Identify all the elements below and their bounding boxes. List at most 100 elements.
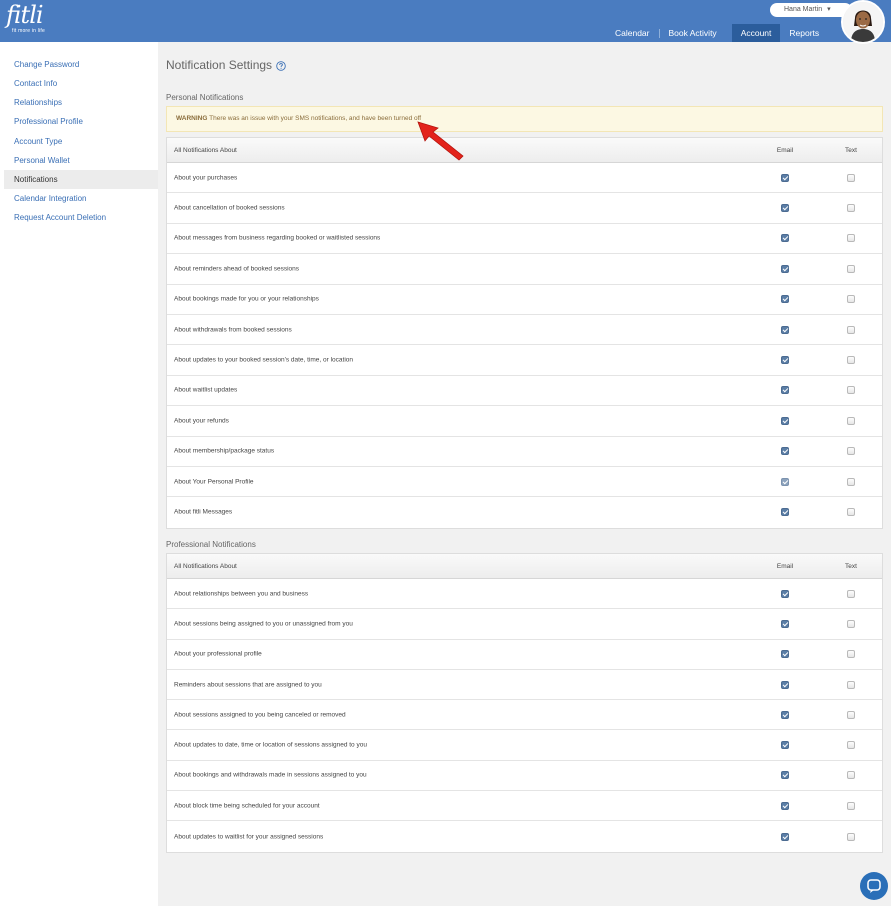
email-checkbox[interactable] — [781, 801, 789, 810]
email-checkbox[interactable] — [781, 295, 789, 304]
email-checkbox[interactable] — [781, 680, 789, 689]
page-title: Notification Settings — [166, 58, 286, 72]
text-checkbox[interactable] — [847, 447, 855, 456]
notification-label-about-messages-from-business-regarding-booked-or: About messages from business regarding b… — [174, 234, 381, 242]
text-checkbox[interactable] — [847, 801, 855, 810]
nav-reports[interactable]: Reports — [780, 24, 828, 42]
email-checkbox[interactable] — [781, 264, 789, 273]
page-title-text: Notification Settings — [166, 58, 273, 72]
text-checkbox[interactable] — [847, 771, 855, 780]
fitli-logo[interactable]: fitli — [6, 2, 44, 28]
table-header: All Notifications About Email Text — [167, 138, 882, 163]
personal-notifications-title: Personal Notifications — [166, 93, 244, 102]
top-header: fitli fit more in life Hana Martin ▾ Cal… — [0, 0, 891, 44]
main-content: Notification Settings Personal Notificat… — [158, 42, 891, 906]
email-checkbox[interactable] — [781, 741, 789, 750]
sidebar-item-change-password[interactable]: Change Password — [4, 55, 158, 74]
text-checkbox[interactable] — [847, 680, 855, 689]
table-header: All Notifications About Email Text — [167, 554, 882, 579]
table-row: About updates to your booked session's d… — [167, 345, 882, 376]
nav-calendar[interactable]: Calendar — [606, 24, 659, 42]
email-checkbox[interactable] — [781, 477, 789, 486]
table-row: About sessions being assigned to you or … — [167, 609, 882, 640]
user-avatar[interactable] — [841, 0, 885, 44]
nav-book-activity[interactable]: Book Activity — [660, 24, 726, 42]
table-row: About membership/package status — [167, 437, 882, 467]
email-checkbox[interactable] — [781, 173, 789, 182]
text-checkbox[interactable] — [847, 589, 855, 598]
user-name: Hana Martin — [784, 6, 823, 13]
email-checkbox[interactable] — [781, 508, 789, 517]
column-header-email: Email — [776, 563, 794, 570]
email-checkbox[interactable] — [781, 416, 789, 425]
table-row: Reminders about sessions that are assign… — [167, 670, 882, 701]
notification-label-about-updates-to-your-booked-session-s-date-time: About updates to your booked session's d… — [174, 356, 354, 364]
text-checkbox[interactable] — [847, 173, 855, 182]
text-checkbox[interactable] — [847, 650, 855, 659]
user-menu[interactable]: Hana Martin ▾ — [770, 3, 852, 17]
chat-widget-button[interactable] — [860, 872, 888, 900]
notification-label-about-waitlist-updates: About waitlist updates — [174, 386, 238, 394]
professional-notifications-table: All Notifications About Email Text About… — [166, 553, 883, 853]
sidebar-item-calendar-integration[interactable]: Calendar Integration — [4, 189, 158, 208]
notification-label-about-cancellation-of-booked-sessions: About cancellation of booked sessions — [174, 204, 285, 212]
email-checkbox[interactable] — [781, 356, 789, 365]
text-checkbox[interactable] — [847, 508, 855, 517]
sidebar-item-relationships[interactable]: Relationships — [4, 93, 158, 112]
text-checkbox[interactable] — [847, 356, 855, 365]
text-checkbox[interactable] — [847, 325, 855, 334]
text-checkbox[interactable] — [847, 741, 855, 750]
red-arrow-icon — [417, 121, 464, 161]
notification-label-about-updates-to-date-time-or-location-of-sessio: About updates to date, time or location … — [174, 741, 367, 749]
text-checkbox[interactable] — [847, 832, 855, 841]
text-checkbox[interactable] — [847, 234, 855, 243]
table-row: About bookings made for you or your rela… — [167, 285, 882, 315]
personal-notifications-table: All Notifications About Email Text About… — [166, 137, 883, 529]
notification-label-about-sessions-assigned-to-you-being-canceled-or: About sessions assigned to you being can… — [174, 711, 346, 719]
email-checkbox[interactable] — [781, 832, 789, 841]
text-checkbox[interactable] — [847, 295, 855, 304]
email-checkbox[interactable] — [781, 650, 789, 659]
table-row: About waitlist updates — [167, 376, 882, 407]
text-checkbox[interactable] — [847, 477, 855, 486]
email-checkbox[interactable] — [781, 710, 789, 719]
email-checkbox[interactable] — [781, 386, 789, 395]
warning-message: There was an issue with your SMS notific… — [209, 115, 422, 122]
sidebar-item-personal-wallet[interactable]: Personal Wallet — [4, 151, 158, 170]
email-checkbox[interactable] — [781, 234, 789, 243]
notification-label-about-updates-to-waitlist-for-your-assigned-sess: About updates to waitlist for your assig… — [174, 833, 324, 841]
text-checkbox[interactable] — [847, 264, 855, 273]
text-checkbox[interactable] — [847, 619, 855, 628]
email-checkbox[interactable] — [781, 325, 789, 334]
email-checkbox[interactable] — [781, 619, 789, 628]
table-row: About sessions assigned to you being can… — [167, 700, 882, 731]
table-row: About bookings and withdrawals made in s… — [167, 761, 882, 792]
notification-label-about-sessions-being-assigned-to-you-or-unassign: About sessions being assigned to you or … — [174, 620, 353, 628]
text-checkbox[interactable] — [847, 204, 855, 213]
column-header-notifications: All Notifications About — [174, 563, 237, 570]
sidebar-item-professional-profile[interactable]: Professional Profile — [4, 112, 158, 131]
sidebar-item-contact-info[interactable]: Contact Info — [4, 74, 158, 93]
email-checkbox[interactable] — [781, 589, 789, 598]
notification-label-about-withdrawals-from-booked-sessions: About withdrawals from booked sessions — [174, 326, 292, 334]
column-header-text: Text — [845, 563, 857, 570]
column-header-notifications: All Notifications About — [174, 147, 237, 154]
table-body: About your purchases About cancellation o… — [167, 163, 882, 528]
notification-label-about-bookings-and-withdrawals-made-in-sessions-: About bookings and withdrawals made in s… — [174, 771, 367, 779]
text-checkbox[interactable] — [847, 710, 855, 719]
sidebar-item-notifications[interactable]: Notifications — [4, 170, 158, 189]
text-checkbox[interactable] — [847, 416, 855, 425]
table-row: About block time being scheduled for you… — [167, 791, 882, 822]
text-checkbox[interactable] — [847, 386, 855, 395]
sidebar-item-request-account-deletion[interactable]: Request Account Deletion — [4, 208, 158, 227]
nav-account[interactable]: Account — [731, 24, 781, 42]
question-circle-icon[interactable] — [276, 60, 286, 71]
notification-label-about-bookings-made-for-you-or-your-relationship: About bookings made for you or your rela… — [174, 295, 319, 303]
sidebar-item-account-type[interactable]: Account Type — [4, 132, 158, 151]
table-row: About your purchases — [167, 163, 882, 194]
email-checkbox[interactable] — [781, 771, 789, 780]
notification-label-about-your-purchases: About your purchases — [174, 174, 238, 182]
email-checkbox[interactable] — [781, 204, 789, 213]
main-nav: Calendar Book Activity Account Reports — [606, 24, 828, 42]
email-checkbox[interactable] — [781, 447, 789, 456]
